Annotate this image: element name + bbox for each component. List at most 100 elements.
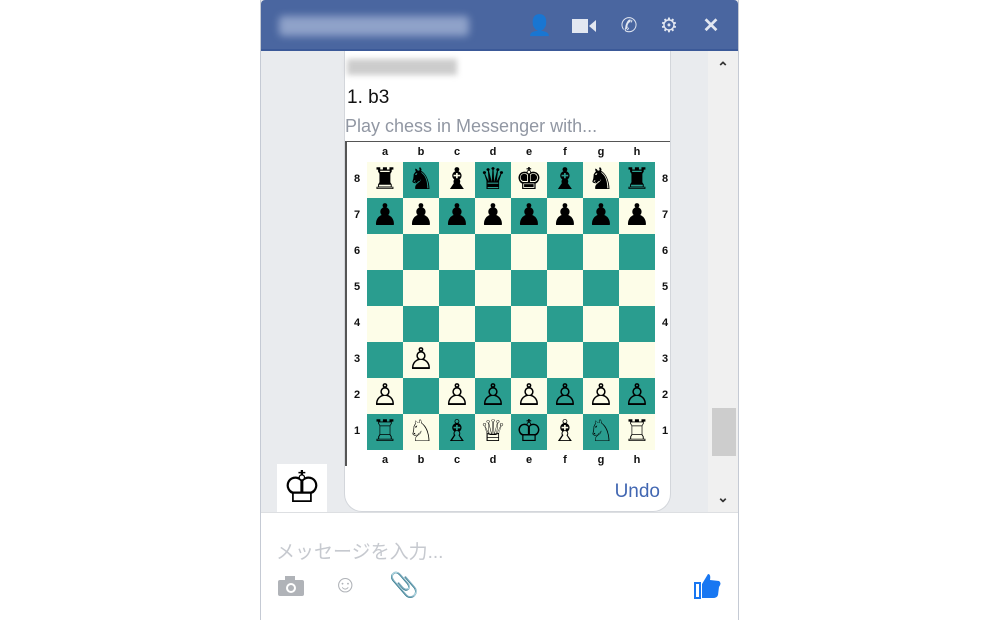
file-label-top: c xyxy=(453,146,461,158)
video-icon[interactable] xyxy=(571,14,596,38)
square-a5[interactable] xyxy=(367,270,403,306)
square-e3[interactable] xyxy=(511,342,547,378)
gear-icon[interactable]: ⚙ xyxy=(657,14,681,38)
square-g7[interactable]: ♟ xyxy=(583,198,619,234)
square-d2[interactable]: ♙ xyxy=(475,378,511,414)
square-e4[interactable] xyxy=(511,306,547,342)
square-a3[interactable] xyxy=(367,342,403,378)
sender-name-blurred xyxy=(347,59,457,75)
chat-window: 👤 ✆ ⚙ ✕ 1. b3 Play chess in Messenger wi… xyxy=(260,0,739,620)
rank-label-left: 8 xyxy=(353,173,361,185)
square-h4[interactable] xyxy=(619,306,655,342)
rank-label-right: 4 xyxy=(661,317,669,329)
square-d8[interactable]: ♛ xyxy=(475,162,511,198)
square-a8[interactable]: ♜ xyxy=(367,162,403,198)
square-e6[interactable] xyxy=(511,234,547,270)
phone-icon[interactable]: ✆ xyxy=(617,14,641,38)
square-a4[interactable] xyxy=(367,306,403,342)
square-a6[interactable] xyxy=(367,234,403,270)
file-label-bottom: h xyxy=(633,454,641,466)
scrollbar[interactable]: ⌃ ⌄ xyxy=(708,51,738,512)
square-e1[interactable]: ♔ xyxy=(511,414,547,450)
like-icon[interactable] xyxy=(693,571,723,608)
square-c4[interactable] xyxy=(439,306,475,342)
square-f7[interactable]: ♟ xyxy=(547,198,583,234)
square-c8[interactable]: ♝ xyxy=(439,162,475,198)
file-label-bottom: b xyxy=(417,454,425,466)
square-h7[interactable]: ♟ xyxy=(619,198,655,234)
add-person-icon[interactable]: 👤 xyxy=(527,14,552,38)
square-h1[interactable]: ♖ xyxy=(619,414,655,450)
rank-label-left: 4 xyxy=(353,317,361,329)
square-c5[interactable] xyxy=(439,270,475,306)
square-g4[interactable] xyxy=(583,306,619,342)
square-f5[interactable] xyxy=(547,270,583,306)
square-f3[interactable] xyxy=(547,342,583,378)
square-c3[interactable] xyxy=(439,342,475,378)
square-e8[interactable]: ♚ xyxy=(511,162,547,198)
square-c1[interactable]: ♗ xyxy=(439,414,475,450)
square-d5[interactable] xyxy=(475,270,511,306)
square-h8[interactable]: ♜ xyxy=(619,162,655,198)
file-label-bottom: g xyxy=(597,454,605,466)
rank-label-right: 3 xyxy=(661,353,669,365)
scroll-down-icon[interactable]: ⌄ xyxy=(708,489,738,506)
square-d1[interactable]: ♕ xyxy=(475,414,511,450)
square-a7[interactable]: ♟ xyxy=(367,198,403,234)
scroll-up-icon[interactable]: ⌃ xyxy=(708,59,738,76)
close-icon[interactable]: ✕ xyxy=(699,14,723,38)
square-g8[interactable]: ♞ xyxy=(583,162,619,198)
square-a2[interactable]: ♙ xyxy=(367,378,403,414)
square-e5[interactable] xyxy=(511,270,547,306)
square-g6[interactable] xyxy=(583,234,619,270)
rank-label-left: 1 xyxy=(353,425,361,437)
square-b8[interactable]: ♞ xyxy=(403,162,439,198)
square-c7[interactable]: ♟ xyxy=(439,198,475,234)
square-b5[interactable] xyxy=(403,270,439,306)
square-f1[interactable]: ♗ xyxy=(547,414,583,450)
square-d7[interactable]: ♟ xyxy=(475,198,511,234)
square-h6[interactable] xyxy=(619,234,655,270)
square-f8[interactable]: ♝ xyxy=(547,162,583,198)
square-h2[interactable]: ♙ xyxy=(619,378,655,414)
square-g2[interactable]: ♙ xyxy=(583,378,619,414)
square-g3[interactable] xyxy=(583,342,619,378)
square-b7[interactable]: ♟ xyxy=(403,198,439,234)
scrollbar-thumb[interactable] xyxy=(712,408,736,456)
file-label-bottom: a xyxy=(381,454,389,466)
camera-icon[interactable] xyxy=(277,575,305,604)
square-f6[interactable] xyxy=(547,234,583,270)
square-b1[interactable]: ♘ xyxy=(403,414,439,450)
file-label-top: a xyxy=(381,146,389,158)
square-d6[interactable] xyxy=(475,234,511,270)
emoji-icon[interactable]: ☺ xyxy=(333,571,358,599)
file-label-top: g xyxy=(597,146,605,158)
square-d4[interactable] xyxy=(475,306,511,342)
square-b3[interactable]: ♙ xyxy=(403,342,439,378)
square-g1[interactable]: ♘ xyxy=(583,414,619,450)
rank-label-right: 5 xyxy=(661,281,669,293)
square-a1[interactable]: ♖ xyxy=(367,414,403,450)
square-g5[interactable] xyxy=(583,270,619,306)
square-h5[interactable] xyxy=(619,270,655,306)
square-d3[interactable] xyxy=(475,342,511,378)
square-f2[interactable]: ♙ xyxy=(547,378,583,414)
contact-name-blurred[interactable] xyxy=(279,16,469,36)
game-description[interactable]: Play chess in Messenger with... xyxy=(345,116,597,137)
attachment-icon[interactable]: 📎 xyxy=(389,571,419,600)
undo-button[interactable]: Undo xyxy=(615,481,660,503)
square-c2[interactable]: ♙ xyxy=(439,378,475,414)
chess-message-card: 1. b3 Play chess in Messenger with... a a… xyxy=(344,51,671,512)
square-e7[interactable]: ♟ xyxy=(511,198,547,234)
square-e2[interactable]: ♙ xyxy=(511,378,547,414)
message-input[interactable]: メッセージを入力... xyxy=(276,537,443,564)
rank-label-left: 5 xyxy=(353,281,361,293)
rank-label-right: 6 xyxy=(661,245,669,257)
square-b6[interactable] xyxy=(403,234,439,270)
square-f4[interactable] xyxy=(547,306,583,342)
square-b2[interactable] xyxy=(403,378,439,414)
square-c6[interactable] xyxy=(439,234,475,270)
square-b4[interactable] xyxy=(403,306,439,342)
square-h3[interactable] xyxy=(619,342,655,378)
chess-board[interactable]: a a b b c c d d e e f f g g h h 8 8 7 7 6 6 5 5 4 4 3 3 2 2 1 1 ♜ ♞ ♝ ♛ ♚ ♝ ♞ ♜… xyxy=(345,141,670,466)
